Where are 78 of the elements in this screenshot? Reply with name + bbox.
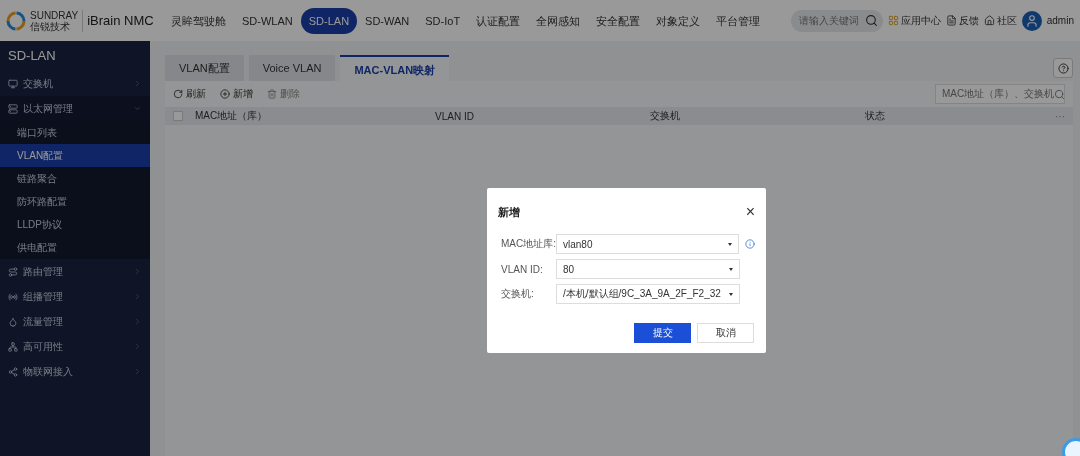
broadcast-icon bbox=[8, 291, 18, 302]
chevron-right-icon bbox=[133, 317, 142, 326]
sidebar-subitem[interactable]: 端口列表 bbox=[0, 121, 150, 144]
sidebar-item[interactable]: 路由管理 bbox=[0, 259, 150, 284]
select-field[interactable]: /本机/默认组/9C_3A_9A_2F_F2_32 bbox=[556, 284, 740, 304]
home-icon bbox=[983, 15, 995, 26]
field-label: 交换机: bbox=[500, 287, 535, 301]
network-icon bbox=[8, 341, 18, 352]
cancel-button[interactable]: 取消 bbox=[697, 323, 754, 343]
checkbox[interactable] bbox=[173, 111, 183, 121]
tab[interactable]: VLAN配置 bbox=[165, 55, 244, 81]
chevron-down-icon bbox=[133, 104, 142, 113]
toolbar-button[interactable]: 刷新 bbox=[173, 87, 206, 101]
sidebar-subitem[interactable]: LLDP协议 bbox=[0, 213, 150, 236]
nav-tab[interactable]: 安全配置 bbox=[588, 7, 649, 34]
sidebar-subitem[interactable]: VLAN配置 bbox=[0, 144, 150, 167]
sidebar-title: SD-LAN bbox=[7, 47, 57, 65]
close-button[interactable]: × bbox=[745, 203, 755, 221]
column-header: 状态 bbox=[865, 109, 886, 123]
field-label: MAC地址库: bbox=[500, 237, 556, 251]
sidebar-item[interactable]: 高可用性 bbox=[0, 334, 150, 359]
sidebar-item[interactable]: 以太网管理 bbox=[0, 96, 150, 121]
column-header: MAC地址（库） bbox=[195, 109, 269, 123]
plus-icon bbox=[220, 89, 230, 99]
trash-icon bbox=[267, 89, 277, 99]
header-link[interactable]: 社区 bbox=[983, 13, 1017, 28]
nav-tab[interactable]: 对象定义 bbox=[648, 7, 709, 34]
toolbar-button[interactable]: 新增 bbox=[220, 87, 253, 101]
sidebar-subitem[interactable]: 防环路配置 bbox=[0, 190, 150, 213]
help-button[interactable] bbox=[1053, 58, 1073, 78]
dialog-title: 新增 bbox=[498, 204, 520, 220]
select-field[interactable]: vlan80 bbox=[556, 234, 739, 254]
search-icon bbox=[864, 14, 878, 27]
nav-tab[interactable]: SD-LAN bbox=[300, 7, 358, 34]
search-icon bbox=[1054, 88, 1066, 100]
header-link[interactable]: 应用中心 bbox=[887, 13, 941, 28]
help-icon bbox=[1057, 62, 1069, 74]
drop-icon bbox=[8, 316, 18, 327]
chevron-right-icon bbox=[133, 292, 142, 301]
route-icon bbox=[8, 266, 18, 277]
logo-icon bbox=[6, 10, 26, 31]
refresh-icon bbox=[173, 89, 183, 99]
sidebar-item[interactable]: 组播管理 bbox=[0, 284, 150, 309]
sidebar-item[interactable]: 交换机 bbox=[0, 71, 150, 96]
column-header: VLAN ID bbox=[435, 110, 475, 122]
sidebar-subitem[interactable]: 链路聚合 bbox=[0, 167, 150, 190]
tab[interactable]: MAC-VLAN映射 bbox=[340, 55, 450, 81]
chevron-right-icon bbox=[133, 367, 142, 376]
document-icon bbox=[945, 15, 957, 26]
grid-icon bbox=[887, 15, 899, 26]
nav-tab[interactable]: 全网感知 bbox=[528, 7, 589, 34]
chevron-right-icon bbox=[133, 267, 142, 276]
nav-tab[interactable]: SD-IoT bbox=[417, 7, 469, 34]
info-icon[interactable] bbox=[745, 239, 755, 249]
field-label: VLAN ID: bbox=[500, 263, 544, 275]
sidebar-item[interactable]: 流量管理 bbox=[0, 309, 150, 334]
header-link[interactable]: 反馈 bbox=[945, 13, 979, 28]
brand-name: 信锐技术 bbox=[30, 20, 71, 32]
product-name: iBrain NMC bbox=[87, 13, 154, 28]
nav-tab[interactable]: 认证配置 bbox=[468, 7, 529, 34]
brand-name: SUNDRAY bbox=[30, 9, 79, 21]
nav-tab[interactable]: 平台管理 bbox=[708, 7, 769, 34]
nav-tab[interactable]: SD-WLAN bbox=[234, 7, 301, 34]
chevron-right-icon bbox=[133, 342, 142, 351]
column-header: 交换机 bbox=[650, 109, 681, 123]
avatar-icon[interactable] bbox=[1021, 10, 1042, 31]
submit-button[interactable]: 提交 bbox=[634, 323, 691, 343]
chevron-right-icon bbox=[133, 79, 142, 88]
nav-tab[interactable]: 灵眸驾驶舱 bbox=[163, 7, 234, 34]
monitor-icon bbox=[8, 78, 18, 89]
sidebar-item[interactable]: 物联网接入 bbox=[0, 359, 150, 384]
table-search-field[interactable]: MAC地址（库）、交换机 bbox=[935, 84, 1065, 104]
tab[interactable]: Voice VLAN bbox=[248, 55, 336, 81]
select-field[interactable]: 80 bbox=[556, 259, 740, 279]
share-icon bbox=[8, 366, 18, 377]
nav-tab[interactable]: SD-WAN bbox=[357, 7, 418, 34]
sidebar-subitem[interactable]: 供电配置 bbox=[0, 236, 150, 259]
user-name[interactable]: admin bbox=[1046, 15, 1074, 26]
